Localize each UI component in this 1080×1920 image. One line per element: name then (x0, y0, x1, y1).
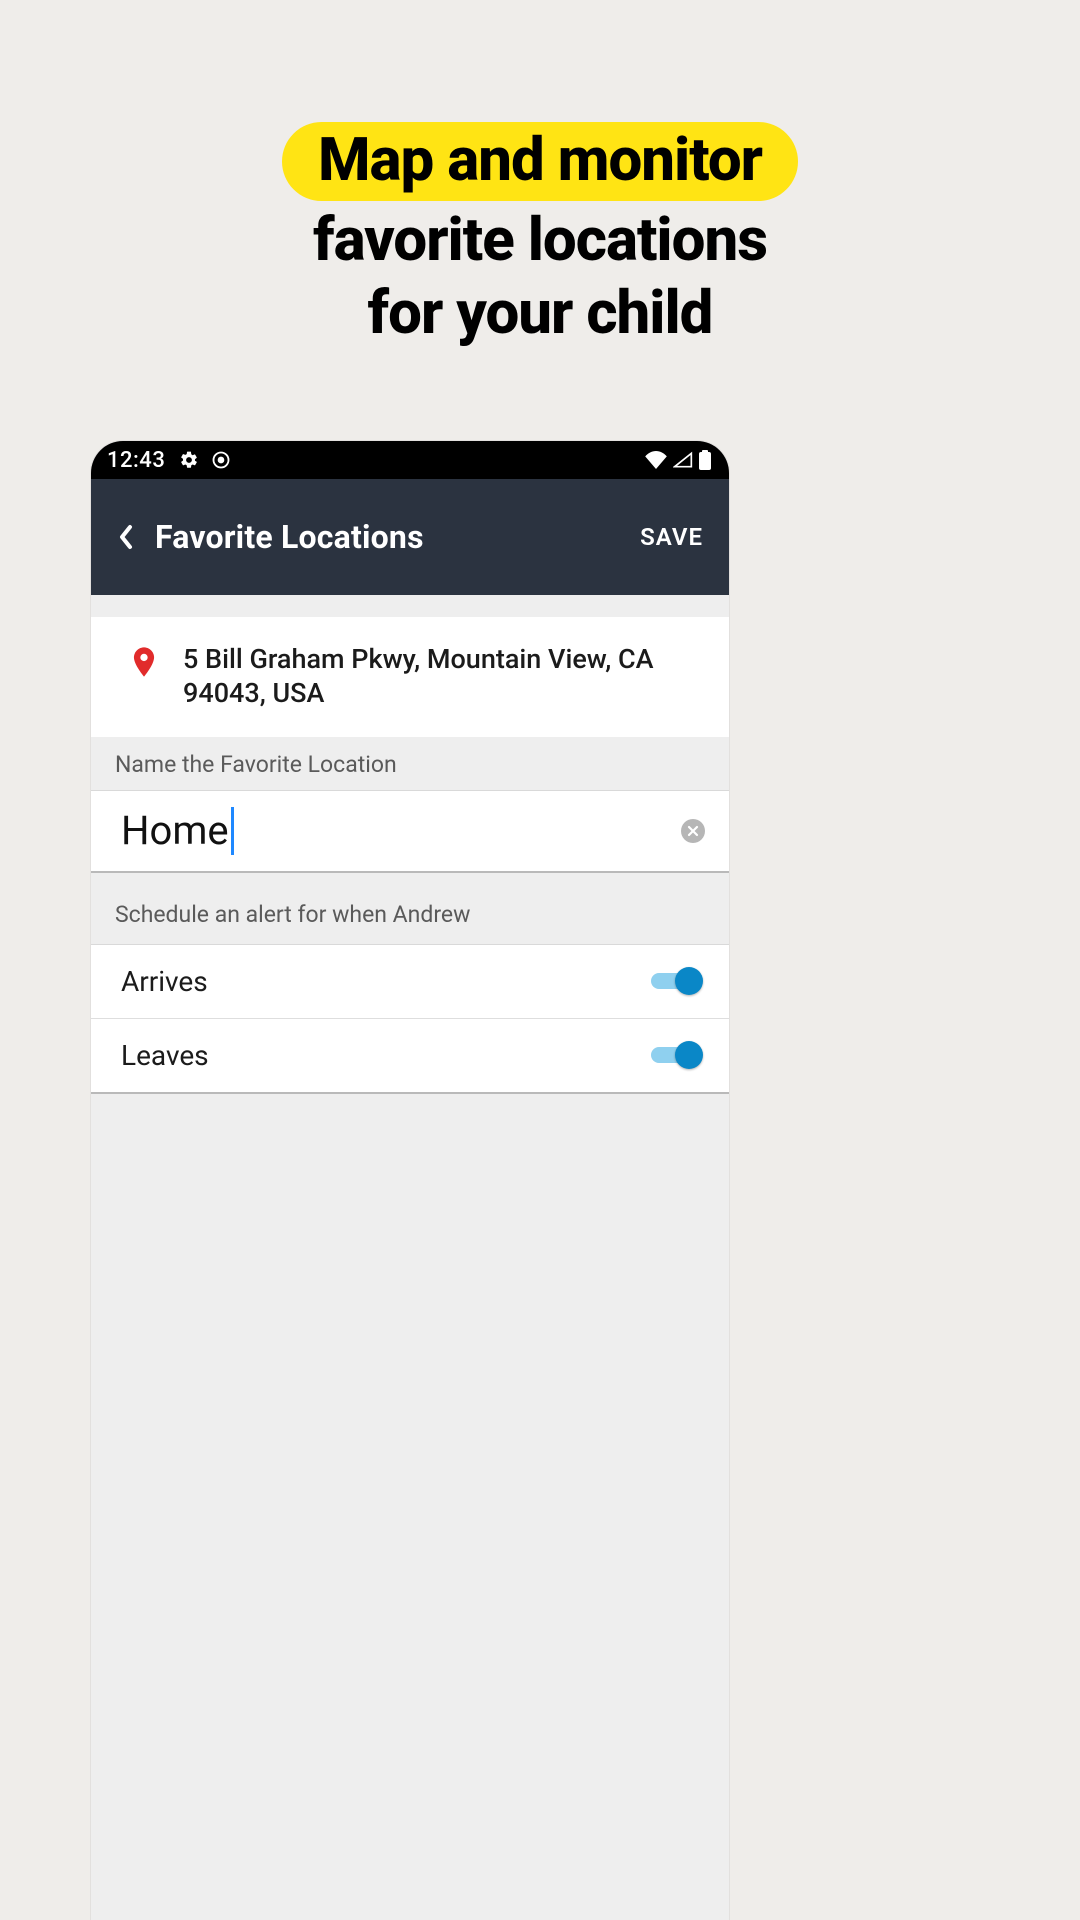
headline-line1: Map and monitor (282, 122, 798, 201)
address-card[interactable]: 5 Bill Graham Pkwy, Mountain View, CA 94… (91, 617, 729, 737)
arrives-row: Arrives (91, 945, 729, 1019)
leaves-label: Leaves (121, 1039, 651, 1072)
arrives-label: Arrives (121, 965, 651, 998)
location-name-input[interactable]: Home (91, 791, 729, 873)
page-title: Favorite Locations (155, 518, 640, 556)
address-text: 5 Bill Graham Pkwy, Mountain View, CA 94… (183, 643, 703, 711)
cell-signal-icon (673, 451, 693, 469)
name-section-label: Name the Favorite Location (91, 737, 729, 791)
status-bar: 12:43 (91, 441, 729, 479)
gear-icon (179, 450, 199, 470)
battery-icon (699, 450, 711, 470)
chevron-left-icon (117, 523, 135, 551)
text-caret (231, 807, 234, 855)
leaves-toggle[interactable] (651, 1041, 699, 1069)
app-bar: Favorite Locations SAVE (91, 479, 729, 595)
arrives-toggle[interactable] (651, 967, 699, 995)
phone-frame: 12:43 Favorite Locations SAVE 5 Bill Gra… (91, 441, 729, 1920)
map-pin-icon (133, 647, 155, 681)
back-button[interactable] (117, 523, 135, 551)
headline-line3: for your child (0, 278, 1080, 347)
clear-input-button[interactable] (681, 819, 705, 843)
close-icon (687, 825, 699, 837)
leaves-row: Leaves (91, 1019, 729, 1094)
spacer (91, 595, 729, 617)
alert-section-label: Schedule an alert for when Andrew (91, 873, 729, 945)
status-time: 12:43 (107, 448, 165, 473)
wifi-icon (645, 451, 667, 469)
save-button[interactable]: SAVE (640, 523, 703, 551)
location-name-value: Home (121, 807, 229, 854)
headline-line2: favorite locations (0, 205, 1080, 274)
marketing-headline: Map and monitor favorite locations for y… (0, 0, 1080, 347)
dnd-icon (211, 450, 231, 470)
